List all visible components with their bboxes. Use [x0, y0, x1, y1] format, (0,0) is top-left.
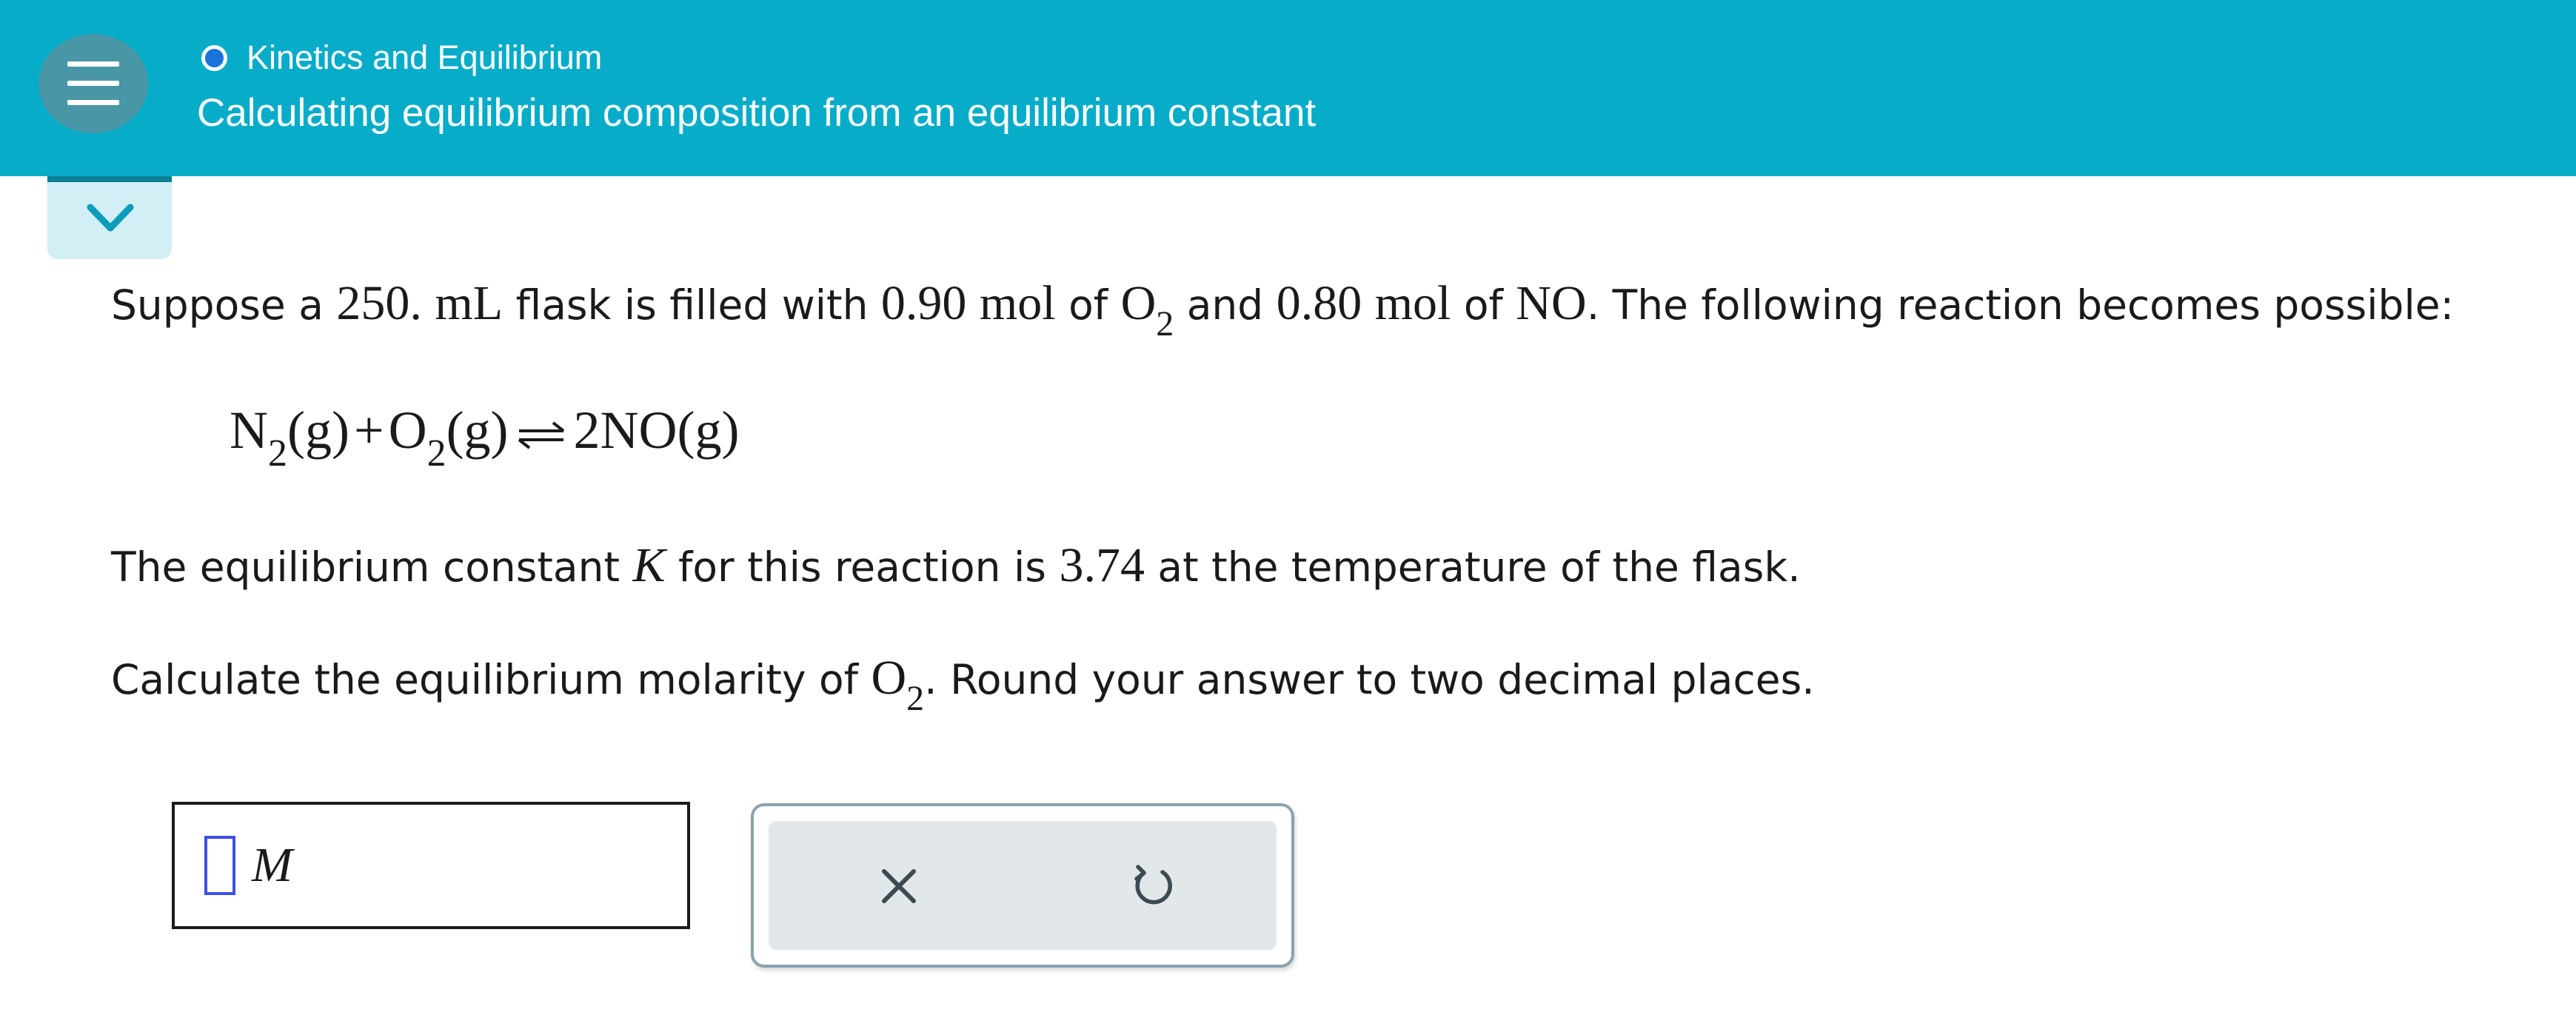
question-statement: Calculate the equilibrium molarity of O2… [111, 651, 1815, 718]
menu-button[interactable] [39, 34, 148, 133]
circle-icon [201, 44, 227, 71]
volume-unit: mL [435, 276, 504, 330]
hamburger-menu-icon-bar [67, 81, 119, 86]
clear-button[interactable] [877, 864, 921, 908]
header-bar: Kinetics and Equilibrium Calculating equ… [0, 0, 2576, 176]
input-cursor[interactable] [204, 836, 235, 895]
close-icon [882, 869, 916, 903]
unit-label: M [252, 838, 292, 892]
k-symbol: K [632, 538, 666, 592]
problem-statement: Suppose a 250. mL flask is filled with 0… [111, 276, 2455, 344]
k-value: 3.74 [1059, 538, 1145, 592]
reaction-equation: N2(g)+O2(g) 2NO(g) [230, 401, 740, 475]
hamburger-menu-icon [67, 61, 119, 67]
answer-input[interactable]: M [172, 802, 690, 929]
chevron-down-icon [87, 204, 134, 232]
equilibrium-arrow-icon [518, 421, 564, 450]
volume-value: 250. [336, 276, 422, 330]
no-amount: 0.80 [1276, 276, 1362, 330]
mol-unit: mol [979, 276, 1056, 330]
no-formula: NO [1516, 276, 1587, 330]
undo-icon [1134, 865, 1172, 905]
lesson-title: Calculating equilibrium composition from… [197, 91, 1317, 135]
topic-breadcrumb[interactable]: Kinetics and Equilibrium [201, 36, 602, 80]
o2-amount: 0.90 [880, 276, 967, 330]
answer-tools-inner [769, 821, 1277, 950]
undo-button[interactable] [1129, 862, 1178, 911]
answer-tools-panel [751, 803, 1294, 968]
hamburger-menu-icon-bar [67, 100, 119, 105]
topic-label: Kinetics and Equilibrium [247, 38, 603, 76]
o2-formula: O [1120, 276, 1157, 330]
equilibrium-constant-statement: The equilibrium constant K for this reac… [111, 538, 1801, 592]
expand-button[interactable] [47, 176, 172, 259]
o2-formula: O [871, 651, 907, 705]
mol-unit: mol [1374, 276, 1451, 330]
